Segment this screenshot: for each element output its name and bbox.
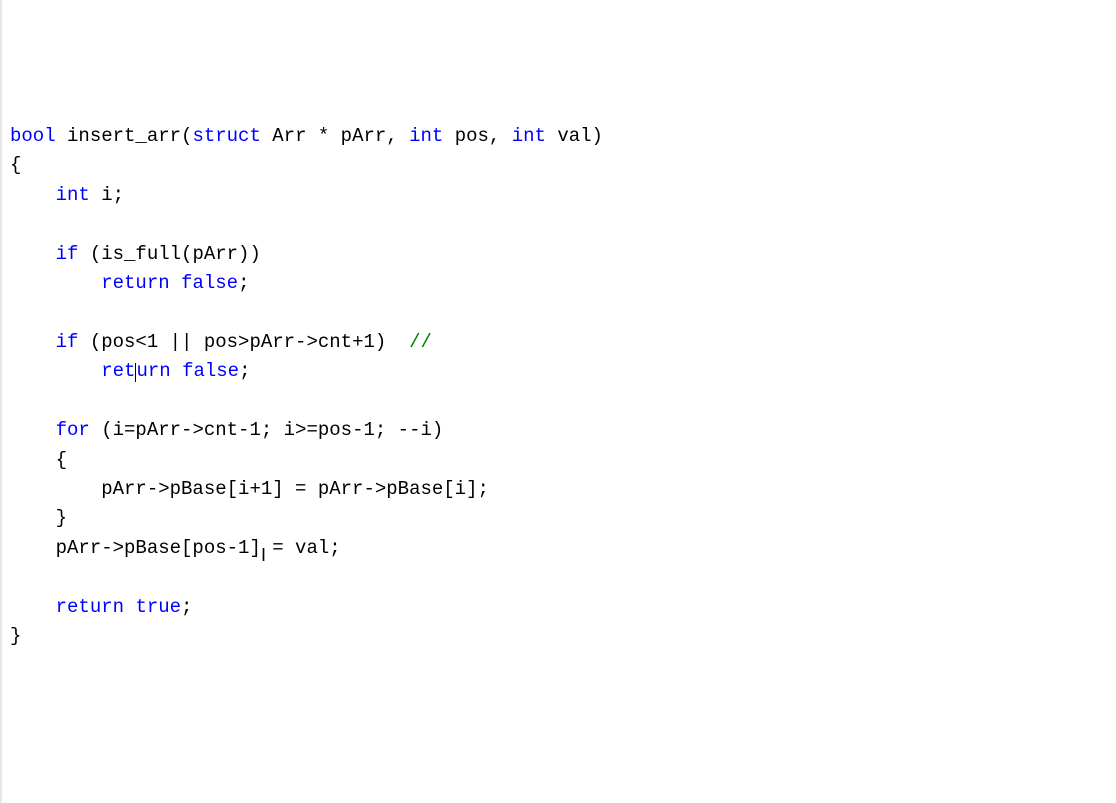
keyword-if: if <box>56 331 79 353</box>
code-text: pos, <box>443 125 511 147</box>
keyword-return-part: urn <box>136 360 170 382</box>
semicolon: ; <box>239 360 250 382</box>
code-text: pArr->pBase[i+1] = pArr->pBase[i]; <box>10 478 489 500</box>
text-cursor <box>135 363 136 382</box>
indent <box>10 331 56 353</box>
semicolon: ; <box>181 596 192 618</box>
code-text: Arr * pArr, <box>261 125 409 147</box>
semicolon: ; <box>238 272 249 294</box>
keyword-for: for <box>56 419 90 441</box>
indent <box>10 360 101 382</box>
code-text <box>171 360 182 382</box>
keyword-return: return <box>56 596 124 618</box>
code-text: val) <box>546 125 603 147</box>
code-text: i; <box>90 184 124 206</box>
code-text: insert_arr( <box>56 125 193 147</box>
keyword-return-part: ret <box>101 360 135 382</box>
code-text: (is_full(pArr)) <box>78 243 260 265</box>
code-text: (i=pArr->cnt-1; i>=pos-1; --i) <box>90 419 443 441</box>
keyword-if: if <box>56 243 79 265</box>
keyword-false: false <box>181 272 238 294</box>
keyword-true: true <box>135 596 181 618</box>
keyword-int: int <box>409 125 443 147</box>
indent <box>10 419 56 441</box>
code-text: pArr->pBase[pos-1] = val; <box>10 537 341 559</box>
code-text <box>170 272 181 294</box>
keyword-false: false <box>182 360 239 382</box>
brace-close: } <box>10 507 67 529</box>
indent <box>10 243 56 265</box>
code-text <box>124 596 135 618</box>
brace-close: } <box>10 625 21 647</box>
indent <box>10 184 56 206</box>
brace-open: { <box>10 449 67 471</box>
indent <box>10 596 56 618</box>
keyword-int: int <box>512 125 546 147</box>
keyword-return: return <box>101 272 169 294</box>
indent <box>10 272 101 294</box>
code-block[interactable]: bool insert_arr(struct Arr * pArr, int p… <box>10 122 1108 652</box>
brace-open: { <box>10 154 21 176</box>
comment: // <box>409 331 432 353</box>
keyword-struct: struct <box>192 125 260 147</box>
keyword-bool: bool <box>10 125 56 147</box>
keyword-int: int <box>56 184 90 206</box>
code-text: (pos<1 || pos>pArr->cnt+1) <box>78 331 409 353</box>
